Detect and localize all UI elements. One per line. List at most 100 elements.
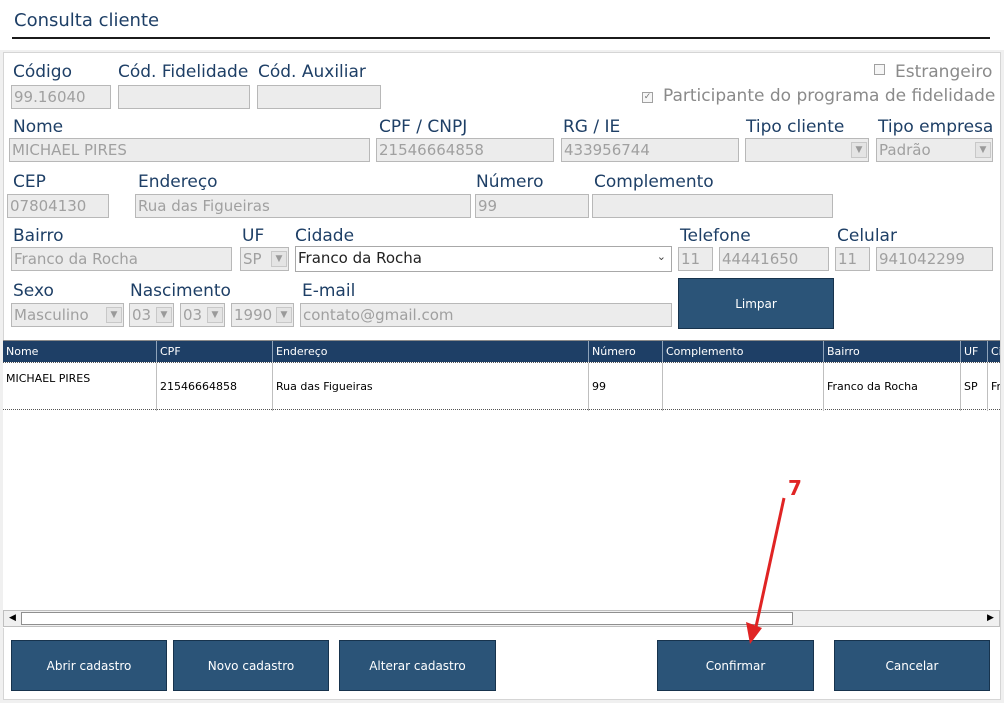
bairro-label: Bairro [13,226,64,246]
step-number-annotation: 7 [788,476,802,500]
cancelar-button[interactable]: Cancelar [834,640,990,691]
col-header-cidade[interactable]: Ci [988,341,1000,362]
consulta-cliente-window: Consulta cliente Código 99.16040 Cód. Fi… [0,0,1004,703]
tipo-cliente-label: Tipo cliente [746,117,845,137]
email-label: E-mail [302,281,356,301]
cell-text: 99 [592,380,606,393]
cod-fidelidade-label: Cód. Fidelidade [118,62,249,82]
endereco-field[interactable]: Rua das Figueiras [135,194,471,218]
uf-select[interactable]: SP ▼ [240,247,289,271]
chevron-down-icon: ▼ [276,307,292,323]
complemento-label: Complemento [594,172,714,192]
cell-complemento [663,363,824,411]
tipo-empresa-value: Padrão [879,141,931,159]
cod-auxiliar-label: Cód. Auxiliar [258,62,366,82]
limpar-button[interactable]: Limpar [678,278,834,329]
cell-text: Franco da Rocha [827,380,918,393]
codigo-label: Código [13,62,72,82]
estrangeiro-label: Estrangeiro [895,62,993,82]
scroll-right-icon[interactable]: ▶ [982,611,999,626]
checkbox-empty-icon [874,64,885,75]
nome-field[interactable]: MICHAEL PIRES [9,138,370,162]
tipo-cliente-select[interactable]: ▼ [745,138,869,162]
cell-bairro: Franco da Rocha [824,363,961,411]
cell-uf: SP [961,363,988,411]
codigo-field[interactable]: 99.16040 [11,85,111,109]
cell-cidade: Fr [988,363,1000,411]
participante-label: Participante do programa de fidelidade [663,86,996,106]
cell-endereco: Rua das Figueiras [273,363,589,411]
sexo-select[interactable]: Masculino ▼ [11,303,124,327]
chevron-down-icon: ▼ [207,307,223,323]
uf-value: SP [243,250,262,268]
sexo-label: Sexo [13,281,54,301]
cidade-value: Franco da Rocha [298,249,422,267]
numero-field[interactable]: 99 [475,194,589,218]
cod-fidelidade-field[interactable] [118,85,250,109]
bairro-field[interactable]: Franco da Rocha [11,247,232,271]
col-header-bairro[interactable]: Bairro [824,341,961,362]
chevron-down-icon: ▼ [271,251,287,267]
cell-text: Fr [991,380,1000,393]
col-header-uf[interactable]: UF [961,341,988,362]
col-header-cpf[interactable]: CPF [157,341,273,362]
chevron-down-icon: ▼ [156,307,172,323]
clientes-grid: Nome CPF Endereço Número Complemento Bai… [3,340,1000,628]
cpf-cnpj-label: CPF / CNPJ [379,117,468,137]
celular-label: Celular [837,226,897,246]
numero-label: Número [476,172,544,192]
col-header-endereco[interactable]: Endereço [273,341,589,362]
nascimento-day-select[interactable]: 03 ▼ [129,303,174,327]
celular-field[interactable]: 941042299 [876,247,993,271]
cell-numero: 99 [589,363,663,411]
cell-text: Rua das Figueiras [276,380,373,393]
abrir-cadastro-button[interactable]: Abrir cadastro [11,640,167,691]
table-row[interactable]: MICHAEL PIRES 21546664858 Rua das Figuei… [3,362,1000,411]
cep-label: CEP [13,172,46,192]
nascimento-month-select[interactable]: 03 ▼ [180,303,225,327]
horizontal-scrollbar[interactable]: ◀ ▶ [3,610,1000,627]
nascimento-day-value: 03 [132,306,152,324]
col-header-complemento[interactable]: Complemento [663,341,824,362]
cell-text: 21546664858 [160,380,237,393]
tipo-empresa-label: Tipo empresa [878,117,994,137]
alterar-cadastro-button[interactable]: Alterar cadastro [339,640,496,691]
col-header-nome[interactable]: Nome [3,341,157,362]
title-divider [12,37,990,39]
rg-ie-field[interactable]: 433956744 [561,138,739,162]
grid-header: Nome CPF Endereço Número Complemento Bai… [3,341,1000,362]
cell-cpf: 21546664858 [157,363,273,411]
celular-ddd-field[interactable]: 11 [835,247,870,271]
confirmar-button[interactable]: Confirmar [657,640,814,691]
window-title: Consulta cliente [14,10,160,31]
uf-label: UF [242,226,265,246]
chevron-down-icon: ▼ [851,142,867,158]
nascimento-year-value: 1990 [234,306,273,324]
checkbox-checked-icon: ✓ [642,92,653,103]
red-arrow-icon [746,497,786,644]
novo-cadastro-button[interactable]: Novo cadastro [173,640,329,691]
estrangeiro-checkbox[interactable]: Estrangeiro [874,62,992,82]
scroll-thumb[interactable] [21,612,793,625]
nascimento-month-value: 03 [183,306,203,324]
scroll-left-icon[interactable]: ◀ [4,611,21,626]
cod-auxiliar-field[interactable] [257,85,381,109]
endereco-label: Endereço [138,172,218,192]
complemento-field[interactable] [592,194,833,218]
cpf-cnpj-field[interactable]: 21546664858 [376,138,554,162]
telefone-ddd-field[interactable]: 11 [678,247,713,271]
tipo-empresa-select[interactable]: Padrão ▼ [876,138,993,162]
cell-nome: MICHAEL PIRES [3,363,157,411]
telefone-label: Telefone [680,226,751,246]
col-header-numero[interactable]: Número [589,341,663,362]
telefone-field[interactable]: 44441650 [719,247,829,271]
participante-checkbox[interactable]: ✓ Participante do programa de fidelidade [642,86,995,106]
email-field[interactable]: contato@gmail.com [300,303,672,327]
cep-field[interactable]: 07804130 [7,194,109,218]
sexo-value: Masculino [14,306,89,324]
chevron-down-icon: ▼ [106,307,122,323]
nascimento-label: Nascimento [130,281,231,301]
nascimento-year-select[interactable]: 1990 ▼ [231,303,294,327]
title-bar: Consulta cliente [0,0,1004,50]
cidade-select[interactable]: Franco da Rocha ⌄ [295,246,672,272]
